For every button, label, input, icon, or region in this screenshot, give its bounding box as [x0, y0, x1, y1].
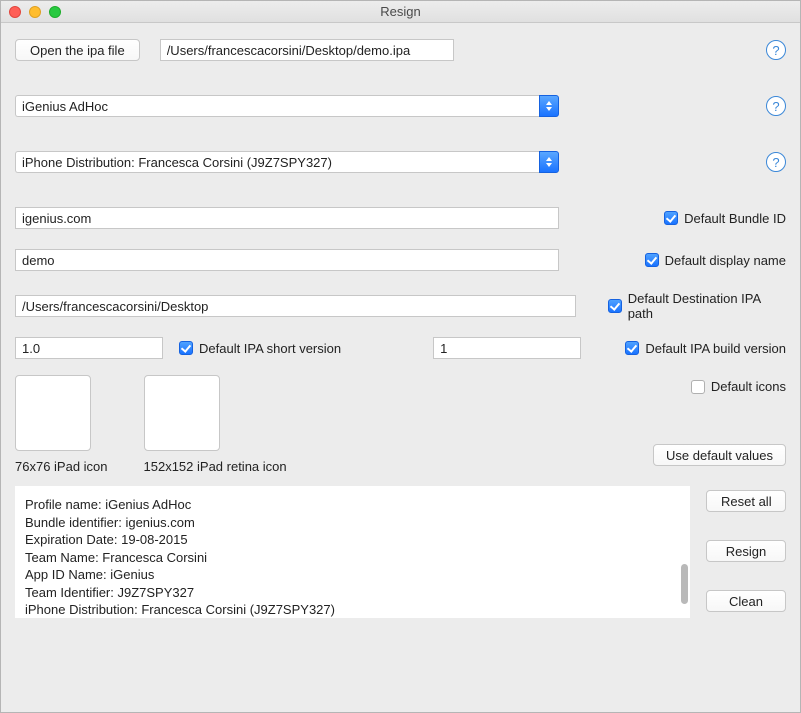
short-version-input[interactable] [15, 337, 163, 359]
help-icon[interactable]: ? [766, 152, 786, 172]
default-destination-label: Default Destination IPA path [628, 291, 786, 321]
content: Open the ipa file ? ? [1, 23, 800, 632]
default-short-version-label: Default IPA short version [199, 341, 341, 356]
cert-select[interactable] [15, 151, 559, 173]
default-display-name-checkbox[interactable]: Default display name [645, 253, 786, 268]
build-version-input[interactable] [433, 337, 581, 359]
profile-select-value[interactable] [15, 95, 539, 117]
ipad-icon-slot[interactable]: 76x76 iPad icon [15, 375, 108, 474]
resign-window: Resign Open the ipa file ? ? [0, 0, 801, 713]
default-short-version-checkbox[interactable]: Default IPA short version [179, 341, 341, 356]
destination-path-input[interactable] [15, 295, 576, 317]
resign-button[interactable]: Resign [706, 540, 786, 562]
help-icon[interactable]: ? [766, 96, 786, 116]
default-bundle-id-checkbox[interactable]: Default Bundle ID [664, 211, 786, 226]
info-line: Team Name: Francesca Corsini [25, 549, 680, 567]
ipad-retina-icon-label: 152x152 iPad retina icon [144, 459, 287, 474]
info-line: Profile name: iGenius AdHoc [25, 496, 680, 514]
minimize-icon[interactable] [29, 6, 41, 18]
default-destination-checkbox[interactable]: Default Destination IPA path [608, 291, 786, 321]
cert-select-value[interactable] [15, 151, 539, 173]
scrollbar-thumb[interactable] [681, 564, 688, 604]
reset-all-button[interactable]: Reset all [706, 490, 786, 512]
window-title: Resign [1, 4, 800, 19]
info-line: App ID Name: iGenius [25, 566, 680, 584]
chevron-up-down-icon[interactable] [539, 151, 559, 173]
info-textview[interactable]: Profile name: iGenius AdHoc Bundle ident… [15, 486, 690, 618]
info-line: Bundle identifier: igenius.com [25, 514, 680, 532]
bundle-id-input[interactable] [15, 207, 559, 229]
zoom-icon[interactable] [49, 6, 61, 18]
default-bundle-id-label: Default Bundle ID [684, 211, 786, 226]
clean-button[interactable]: Clean [706, 590, 786, 612]
default-build-version-label: Default IPA build version [645, 341, 786, 356]
ipa-path-input[interactable] [160, 39, 454, 61]
info-line: Team Identifier: J9Z7SPY327 [25, 584, 680, 602]
chevron-up-down-icon[interactable] [539, 95, 559, 117]
info-line: iPhone Distribution: Francesca Corsini (… [25, 601, 680, 618]
ipad-retina-icon-slot[interactable]: 152x152 iPad retina icon [144, 375, 287, 474]
profile-select[interactable] [15, 95, 559, 117]
default-display-name-label: Default display name [665, 253, 786, 268]
traffic-lights [9, 6, 61, 18]
open-ipa-button[interactable]: Open the ipa file [15, 39, 140, 61]
titlebar: Resign [1, 1, 800, 23]
display-name-input[interactable] [15, 249, 559, 271]
default-icons-checkbox[interactable]: Default icons [691, 379, 786, 394]
default-icons-label: Default icons [711, 379, 786, 394]
use-default-values-button[interactable]: Use default values [653, 444, 786, 466]
ipad-icon-label: 76x76 iPad icon [15, 459, 108, 474]
default-build-version-checkbox[interactable]: Default IPA build version [625, 341, 786, 356]
info-line: Expiration Date: 19-08-2015 [25, 531, 680, 549]
close-icon[interactable] [9, 6, 21, 18]
help-icon[interactable]: ? [766, 40, 786, 60]
